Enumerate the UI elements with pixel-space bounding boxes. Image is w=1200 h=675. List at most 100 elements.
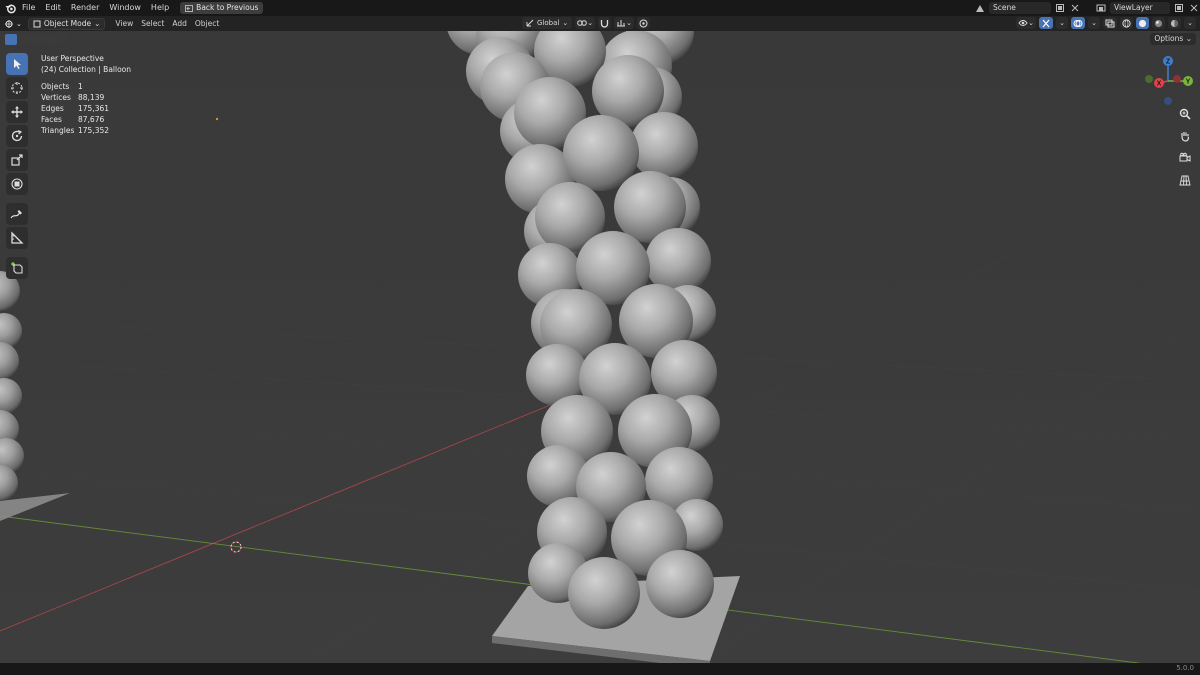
annotate-tool[interactable] — [6, 203, 28, 225]
new-scene-icon[interactable] — [1054, 2, 1066, 14]
gizmo-icon — [1042, 19, 1050, 27]
perspective-toggle-button[interactable] — [1176, 171, 1194, 189]
pan-button[interactable] — [1176, 127, 1194, 145]
delete-scene-icon[interactable] — [1069, 2, 1081, 14]
select-subtract-icon[interactable] — [31, 33, 43, 45]
menu-render[interactable]: Render — [66, 0, 104, 16]
select-new-icon[interactable] — [5, 33, 17, 45]
top-right-controls: Scene ViewLayer — [974, 0, 1200, 16]
shading-options-dropdown[interactable]: ⌄ — [1184, 17, 1196, 29]
back-to-previous-button[interactable]: Back to Previous — [180, 2, 264, 14]
viewport-display-tools: ⌄ ⌄ ⌄ ⌄ — [1016, 17, 1196, 29]
view-name: User Perspective — [41, 54, 104, 63]
menu-edit[interactable]: Edit — [40, 0, 66, 16]
delete-view-layer-icon[interactable] — [1188, 2, 1200, 14]
blender-logo-icon[interactable] — [3, 1, 17, 15]
xray-icon — [1105, 19, 1115, 27]
scene-name-field[interactable]: Scene — [989, 2, 1051, 14]
stat-value: 87,676 — [78, 115, 105, 124]
overlays-icon — [1073, 19, 1083, 27]
material-shading-button[interactable] — [1152, 17, 1165, 29]
tool-shelf — [6, 53, 30, 279]
gizmo-toggle[interactable] — [1039, 17, 1053, 29]
3d-viewport-icon — [5, 19, 13, 28]
xray-toggle[interactable] — [1103, 17, 1117, 29]
scene-icon[interactable] — [974, 2, 986, 14]
select-invert-icon[interactable] — [44, 33, 56, 45]
move-arrows-icon — [11, 106, 23, 118]
3d-viewport[interactable]: Options ⌄ User Perspective (24) Collecti… — [0, 31, 1200, 663]
chevron-down-icon: ⌄ — [562, 19, 569, 27]
snap-target-dropdown[interactable]: ⌄ — [614, 17, 634, 29]
new-view-layer-icon[interactable] — [1173, 2, 1185, 14]
menu-select[interactable]: Select — [137, 19, 168, 28]
object-mode-dropdown[interactable]: Object Mode ⌄ — [27, 17, 106, 30]
solid-shading-button[interactable] — [1136, 17, 1149, 29]
menu-window[interactable]: Window — [104, 0, 146, 16]
chevron-down-icon: ⌄ — [1187, 19, 1193, 27]
stat-value: 88,139 — [78, 93, 105, 102]
pivot-link-icon — [577, 20, 588, 26]
zoom-magnifier-icon — [1179, 108, 1191, 120]
pivot-point-dropdown[interactable]: ⌄ — [575, 17, 596, 29]
rotate-tool[interactable] — [6, 125, 28, 147]
measure-tool[interactable] — [6, 227, 28, 249]
navigation-gizmo[interactable]: Z Y X — [1140, 53, 1196, 109]
snap-increment-icon — [617, 20, 626, 27]
neg-z-axis-handle — [1164, 97, 1172, 105]
orientation-dropdown[interactable]: Global ⌄ — [522, 17, 573, 29]
menu-help[interactable]: Help — [146, 0, 174, 16]
stat-value: 175,352 — [78, 126, 110, 135]
menu-add[interactable]: Add — [168, 19, 191, 28]
rendered-shading-button[interactable] — [1168, 17, 1181, 29]
stat-value: 175,361 — [78, 104, 110, 113]
orientation-label: Global — [537, 19, 560, 27]
overlays-toggle[interactable] — [1071, 17, 1085, 29]
select-mode-group — [5, 33, 69, 45]
scale-tool[interactable] — [6, 149, 28, 171]
material-sphere-icon — [1154, 19, 1163, 27]
solid-sphere-icon — [1138, 19, 1147, 27]
select-extend-icon[interactable] — [18, 33, 30, 45]
chevron-down-icon: ⌄ — [1185, 34, 1192, 43]
menu-object[interactable]: Object — [191, 19, 223, 28]
select-box-tool[interactable] — [6, 53, 28, 75]
chevron-down-icon: ⌄ — [94, 19, 101, 28]
annotate-pen-icon — [10, 210, 22, 219]
neg-y-axis-handle — [1145, 75, 1153, 83]
wireframe-sphere-icon — [1122, 18, 1131, 28]
move-tool[interactable] — [6, 101, 28, 123]
overlays-options-dropdown[interactable]: ⌄ — [1088, 17, 1100, 29]
cursor-tool[interactable] — [6, 77, 28, 99]
wireframe-shading-button[interactable] — [1120, 17, 1133, 29]
add-cube-tool[interactable] — [6, 257, 28, 279]
zoom-button[interactable] — [1176, 105, 1194, 123]
scene-canvas[interactable] — [0, 31, 1200, 663]
view-layer-field[interactable]: ViewLayer — [1110, 2, 1170, 14]
snap-toggle[interactable] — [598, 17, 612, 29]
collection-label: (24) Collection | Balloon — [41, 65, 132, 74]
select-intersect-icon[interactable] — [57, 33, 69, 45]
z-axis-letter: Z — [1166, 59, 1171, 66]
transform-tool[interactable] — [6, 173, 28, 195]
gizmo-options-dropdown[interactable]: ⌄ — [1056, 17, 1068, 29]
top-menu-bar: File Edit Render Window Help Back to Pre… — [0, 0, 1200, 16]
blender-version: 5.0.0 — [1176, 664, 1194, 672]
eye-icon — [1018, 20, 1028, 26]
proportional-edit-icon — [639, 19, 648, 27]
object-mode-icon — [33, 20, 41, 27]
options-dropdown[interactable]: Options ⌄ — [1150, 33, 1196, 45]
scale-icon — [11, 154, 23, 166]
back-arrow-icon — [185, 4, 194, 12]
transform-settings: Global ⌄ ⌄ ⌄ — [522, 17, 650, 29]
menu-file[interactable]: File — [17, 0, 40, 16]
view-layer-icon[interactable] — [1095, 2, 1107, 14]
camera-view-button[interactable] — [1176, 149, 1194, 167]
visibility-dropdown[interactable]: ⌄ — [1016, 17, 1036, 29]
editor-type-selector[interactable]: ⌄ — [4, 19, 22, 29]
stat-row: Objects 1 — [41, 81, 131, 92]
grid-perspective-icon — [1179, 175, 1191, 186]
menu-view[interactable]: View — [111, 19, 137, 28]
add-cube-icon — [11, 262, 23, 274]
proportional-editing-toggle[interactable] — [636, 17, 650, 29]
